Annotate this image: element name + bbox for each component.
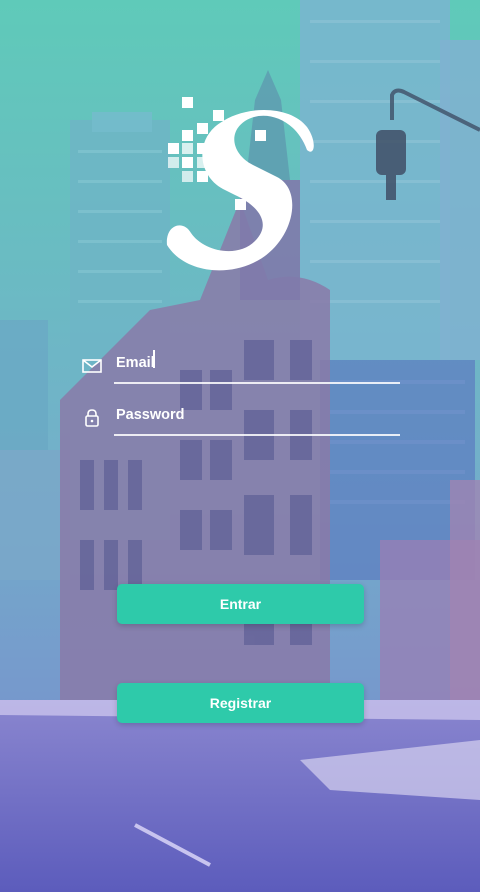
register-button[interactable]: Registrar [117, 683, 364, 723]
password-field[interactable]: Password [82, 404, 400, 444]
app-logo [166, 97, 314, 271]
login-button[interactable]: Entrar [117, 584, 364, 624]
email-underline [114, 382, 400, 384]
email-placeholder: Email [116, 355, 155, 371]
password-placeholder: Password [116, 407, 185, 423]
text-cursor [153, 350, 155, 368]
lock-icon [85, 409, 99, 427]
envelope-icon [82, 359, 102, 373]
email-field[interactable]: Email [82, 352, 400, 392]
login-screen: Email Password Entrar Registrar [0, 0, 480, 892]
password-underline [114, 434, 400, 436]
